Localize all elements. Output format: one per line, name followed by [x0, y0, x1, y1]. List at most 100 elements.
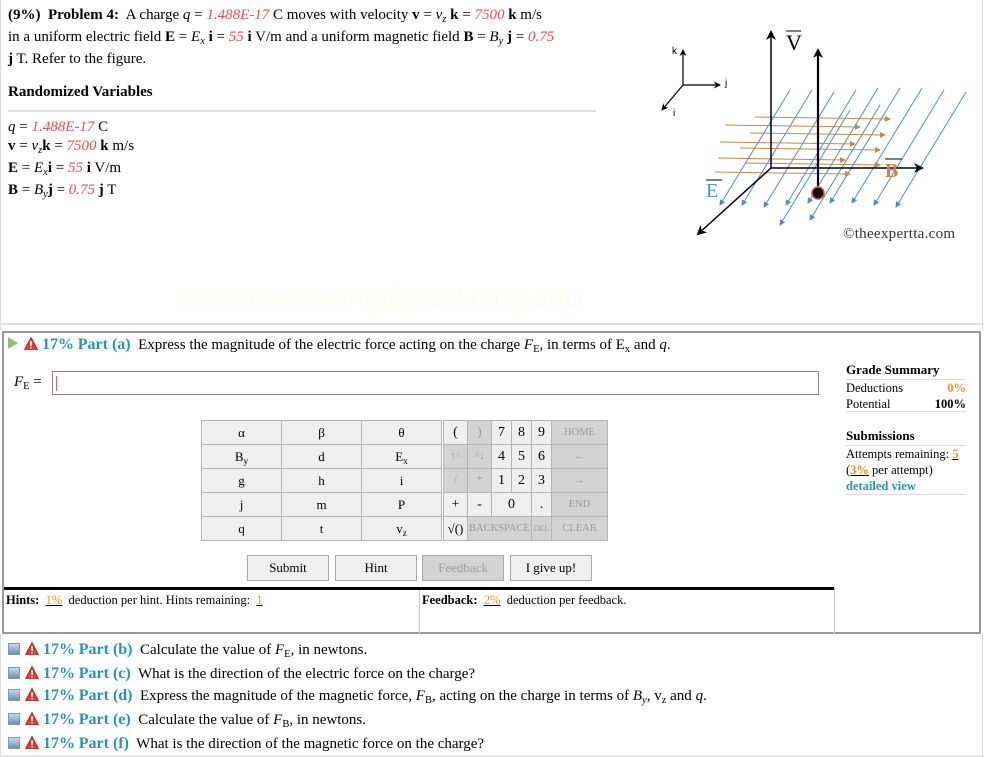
play-icon[interactable] — [8, 337, 18, 349]
b-field-line — [744, 161, 881, 168]
key-symbol[interactable]: j — [201, 492, 282, 517]
equals: = — [194, 7, 203, 23]
key-symbol[interactable]: By — [201, 444, 282, 469]
numeric-keypad: ( ) 7 8 9 HOME ↑^ ^↓ 4 5 6 ← / * 1 2 3 →… — [443, 420, 608, 541]
vertical-divider — [419, 590, 420, 634]
v-symbol: v — [412, 7, 420, 23]
q-symbol: q — [659, 337, 667, 353]
i-unit: i — [247, 29, 252, 45]
key-3[interactable]: 3 — [531, 468, 552, 493]
warning-icon — [25, 736, 39, 749]
key-0[interactable]: 0 — [491, 492, 532, 517]
key-symbol[interactable]: t — [281, 516, 362, 541]
hints-info: Hints: 1% deduction per hint. Hints rema… — [6, 593, 263, 607]
e-field-line — [829, 87, 901, 204]
problem-text: C moves with velocity — [273, 7, 409, 23]
q-symbol: q — [182, 7, 191, 23]
key-symbol[interactable]: Ex — [361, 444, 442, 469]
expand-icon[interactable] — [8, 689, 20, 701]
key-left-arrow[interactable]: ← — [551, 444, 608, 469]
part-c-row[interactable]: 17% Part (c) What is the direction of th… — [8, 662, 707, 686]
key-symbol[interactable]: h — [281, 468, 362, 493]
key-symbol[interactable]: q — [201, 516, 282, 541]
k-unit: k — [508, 7, 517, 23]
key-minus[interactable]: - — [467, 492, 492, 517]
per-attempt: (3% per attempt) — [846, 463, 933, 477]
key-del[interactable]: DEL — [531, 516, 552, 541]
user-watermark: matthewhwang@berkeley.edu — [180, 282, 582, 315]
key-divide[interactable]: / — [443, 468, 468, 493]
key-open-paren[interactable]: ( — [443, 420, 468, 445]
parts-list: 17% Part (b) Calculate the value of FE, … — [8, 638, 707, 756]
key-1[interactable]: 1 — [491, 468, 512, 493]
key-symbol[interactable]: θ — [361, 420, 442, 445]
key-home[interactable]: HOME — [551, 420, 608, 445]
give-up-button[interactable]: I give up! — [510, 555, 592, 581]
key-symbol[interactable]: P — [361, 492, 442, 517]
expand-icon[interactable] — [8, 713, 20, 725]
key-multiply[interactable]: * — [467, 468, 492, 493]
key-right-arrow[interactable]: → — [551, 468, 608, 493]
key-symbol[interactable]: vz — [361, 516, 442, 541]
key-symbol[interactable]: α — [201, 420, 282, 445]
hint-button[interactable]: Hint — [335, 555, 417, 581]
key-2[interactable]: 2 — [511, 468, 532, 493]
key-7[interactable]: 7 — [491, 420, 512, 445]
key-8[interactable]: 8 — [511, 420, 532, 445]
key-symbol[interactable]: i — [361, 468, 442, 493]
key-symbol[interactable]: d — [281, 444, 362, 469]
q-value: 1.488E-17 — [206, 7, 270, 23]
charge-dot — [811, 186, 825, 200]
expand-icon[interactable] — [8, 643, 20, 655]
key-5[interactable]: 5 — [511, 444, 532, 469]
key-sqrt[interactable]: √() — [443, 516, 468, 541]
key-4[interactable]: 4 — [491, 444, 512, 469]
answer-label: FE = — [14, 374, 42, 392]
key-dot[interactable]: . — [531, 492, 552, 517]
i-unit: i — [208, 29, 213, 45]
expand-icon[interactable] — [8, 737, 20, 749]
key-clear[interactable]: CLEAR — [551, 516, 608, 541]
expand-icon[interactable] — [8, 667, 20, 679]
divider — [8, 110, 596, 112]
B-value: 0.75 — [527, 29, 555, 45]
part-b-row[interactable]: 17% Part (b) Calculate the value of FE, … — [8, 638, 707, 662]
key-symbol[interactable]: β — [281, 420, 362, 445]
problem-text: V/m and a uniform magnetic field — [255, 29, 460, 45]
e-field-line — [873, 89, 945, 206]
part-a-label: Part (a) — [77, 336, 131, 353]
deductions-value: 0% — [947, 381, 966, 395]
key-backspace[interactable]: BACKSPACE — [467, 516, 532, 541]
submissions-panel: Submissions Attempts remaining: 5 (3% pe… — [846, 428, 966, 495]
hint-deduction: 1% — [45, 593, 63, 607]
part-a-question: Express the magnitude of the electric fo… — [138, 337, 521, 353]
part-e-row[interactable]: 17% Part (e) Calculate the value of FB, … — [8, 708, 707, 732]
grade-summary: Grade Summary Deductions 0% Potential 100% — [846, 362, 966, 412]
part-d-row[interactable]: 17% Part (d) Express the magnitude of th… — [8, 686, 707, 708]
key-up[interactable]: ↑^ — [443, 444, 468, 469]
j-axis-label: j — [724, 78, 727, 89]
key-down[interactable]: ^↓ — [467, 444, 492, 469]
key-plus[interactable]: + — [443, 492, 468, 517]
part-f-row[interactable]: 17% Part (f) What is the direction of th… — [8, 732, 707, 756]
key-6[interactable]: 6 — [531, 444, 552, 469]
answer-input[interactable] — [52, 371, 819, 395]
b-field-line — [714, 170, 851, 177]
submit-button[interactable]: Submit — [247, 555, 329, 581]
e-field-line — [719, 89, 791, 206]
e-field-line — [741, 89, 813, 206]
part-a-header[interactable]: 17% Part (a) Express the magnitude of th… — [8, 336, 671, 355]
physics-figure: k j i V B E — [661, 30, 967, 236]
key-symbol[interactable]: m — [281, 492, 362, 517]
key-9[interactable]: 9 — [531, 420, 552, 445]
problem-text: in a uniform electric field — [8, 29, 162, 45]
warning-icon — [25, 642, 39, 655]
detailed-view-link[interactable]: detailed view — [846, 479, 916, 493]
feedback-button[interactable]: Feedback — [422, 555, 504, 581]
axes-legend: k j i — [661, 46, 727, 119]
key-close-paren[interactable]: ) — [467, 420, 492, 445]
key-end[interactable]: END — [551, 492, 608, 517]
problem-title: Problem 4: — [48, 7, 119, 23]
key-symbol[interactable]: g — [201, 468, 282, 493]
rand-B: B = Byj = 0.75 j T — [8, 182, 117, 200]
